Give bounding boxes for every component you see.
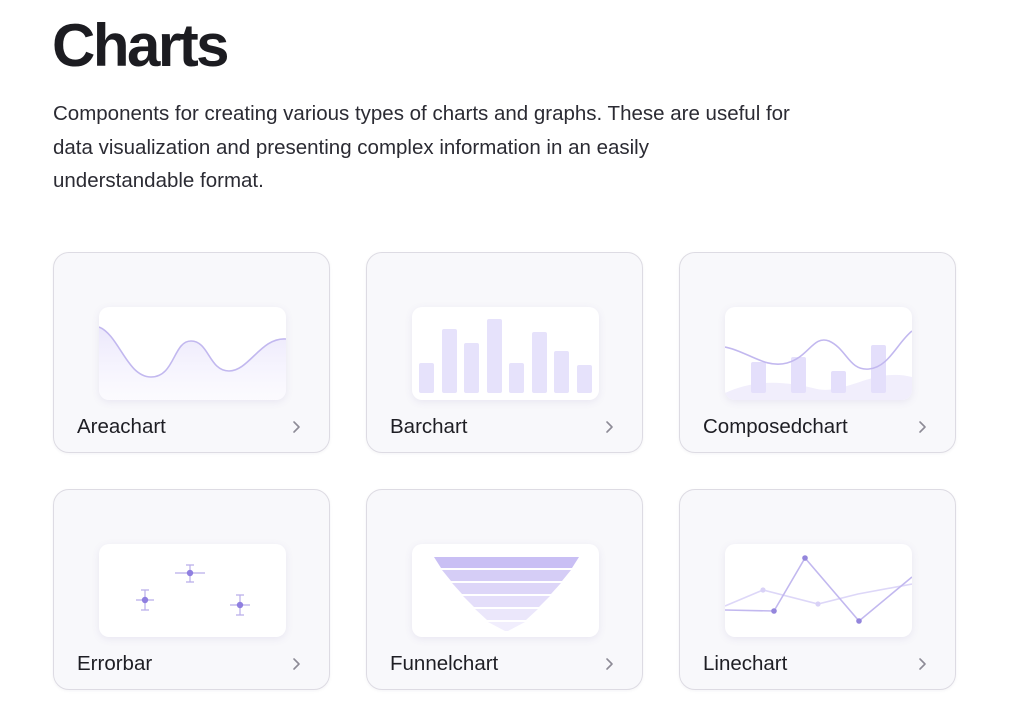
area-chart-icon [99,307,286,400]
chevron-right-icon [289,656,303,672]
error-bar-chart-icon [99,544,286,637]
page-description: Components for creating various types of… [53,102,790,192]
card-funnelchart[interactable]: Funnelchart [366,489,643,690]
card-label: Linechart [703,652,788,675]
card-label: Areachart [77,415,166,438]
chevron-right-icon [602,419,616,435]
card-label: Composedchart [703,415,848,438]
charts-page: Charts Components for creating various t… [0,0,1024,714]
card-composedchart[interactable]: Composedchart [679,252,956,453]
card-label: Funnelchart [390,652,499,675]
page-title: Charts [52,12,230,79]
chevron-right-icon [915,656,929,672]
chevron-right-icon [289,419,303,435]
composed-chart-icon [725,307,912,400]
card-barchart[interactable]: Barchart [366,252,643,453]
funnel-chart-icon [412,544,599,637]
line-chart-icon [725,544,912,637]
card-areachart[interactable]: Areachart [53,252,330,453]
chevron-right-icon [915,419,929,435]
bar-chart-icon [412,307,599,400]
card-linechart[interactable]: Linechart [679,489,956,690]
card-label: Barchart [390,415,468,438]
card-label: Errorbar [77,652,153,675]
card-errorbar[interactable]: Errorbar [53,489,330,690]
chevron-right-icon [602,656,616,672]
